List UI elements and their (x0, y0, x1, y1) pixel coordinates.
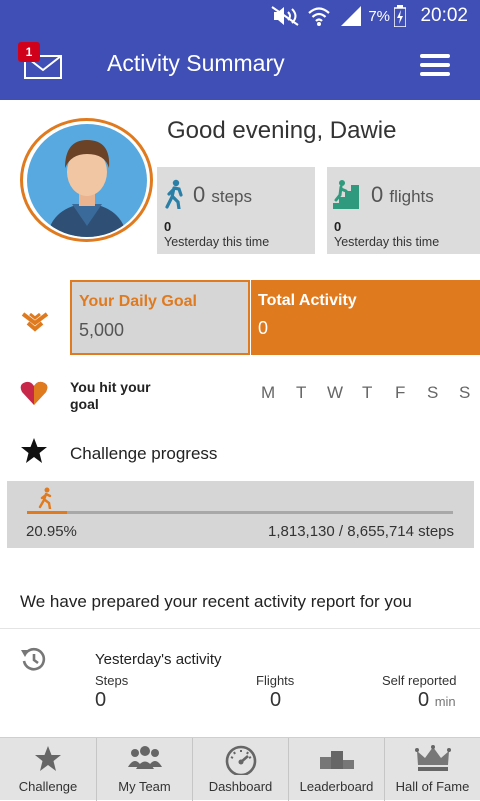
progress-percent: 20.95% (26, 523, 77, 540)
star-icon (21, 438, 47, 463)
flights-yesterday-label: Yesterday this time (334, 235, 440, 249)
goal-check-icon (21, 312, 49, 332)
yesterday-steps-label: Steps (95, 673, 129, 688)
weekday-label: M (261, 383, 276, 402)
avatar[interactable] (27, 124, 147, 237)
nav-my-team[interactable]: My Team (97, 738, 193, 801)
clock: 20:02 (420, 5, 468, 26)
steps-value: 0 steps (193, 182, 253, 207)
nav-label: Hall of Fame (395, 779, 470, 794)
daily-goal-value: 5,000 (79, 320, 125, 340)
flights-value: 0 flights (371, 182, 434, 207)
wifi-icon (308, 7, 330, 26)
team-icon (127, 746, 162, 769)
nav-label: Leaderboard (299, 779, 374, 794)
nav-dashboard[interactable]: Dashboard (193, 738, 289, 801)
yesterday-steps-value: 0 (95, 689, 107, 711)
stairs-person-icon (333, 180, 359, 209)
walking-person-icon (38, 487, 52, 509)
weekday-label: W (327, 383, 344, 402)
divider (0, 628, 480, 629)
bottom-navigation: Challenge My Team Dashboard Leaderboard … (0, 737, 480, 801)
weekday-label: S (427, 383, 439, 402)
weekday-label: F (395, 383, 406, 402)
hit-goal-label: You hit your goal (70, 379, 151, 412)
weekday-label: T (362, 383, 373, 402)
yesterday-self-reported-label: Self reported (382, 673, 457, 688)
report-message[interactable]: We have prepared your recent activity re… (20, 592, 412, 612)
progress-fill (27, 511, 68, 514)
yesterday-flights-value: 0 (270, 689, 282, 711)
progress-track (27, 511, 453, 514)
steps-card[interactable]: 0 steps 0 Yesterday this time (157, 167, 315, 254)
person-avatar-icon (47, 140, 127, 237)
flights-card[interactable]: 0 flights 0 Yesterday this time (327, 167, 480, 254)
yesterday-flights-label: Flights (256, 673, 295, 688)
nav-leaderboard[interactable]: Leaderboard (289, 738, 385, 801)
total-activity-label: Total Activity (258, 292, 357, 309)
yesterday-self-reported-value: 0 min (418, 689, 456, 711)
speedometer-icon (225, 745, 256, 775)
heart-icon (20, 381, 48, 405)
menu-icon-bar (420, 54, 450, 58)
weekday-label: T (296, 383, 307, 402)
battery-percent: 7% (368, 8, 390, 25)
total-activity-value: 0 (258, 318, 269, 338)
podium-icon (319, 751, 354, 769)
nav-label: My Team (118, 779, 171, 794)
menu-icon-bar (420, 72, 450, 76)
star-icon (35, 746, 61, 771)
challenge-progress-title: Challenge progress (70, 444, 218, 463)
progress-steps: 1,813,130 / 8,655,714 steps (268, 523, 454, 540)
nav-hall-of-fame[interactable]: Hall of Fame (385, 738, 480, 801)
nav-label: Challenge (18, 779, 78, 794)
crown-icon (414, 745, 451, 771)
app-bar: 1 Activity Summary (0, 32, 480, 100)
nav-challenge[interactable]: Challenge (0, 738, 97, 801)
daily-goal-card[interactable]: Your Daily Goal 5,000 (70, 280, 250, 355)
steps-yesterday-label: Yesterday this time (164, 235, 270, 249)
daily-goal-label: Your Daily Goal (79, 293, 197, 310)
total-activity-card[interactable]: Total Activity 0 (251, 280, 480, 355)
mute-icon (271, 6, 299, 26)
hamburger-menu-button[interactable] (420, 54, 450, 76)
steps-yesterday-value: 0 (164, 219, 172, 234)
walking-person-icon (165, 179, 183, 209)
notification-badge: 1 (18, 42, 40, 62)
weekday-label: S (459, 383, 471, 402)
page-title: Activity Summary (107, 50, 285, 76)
yesterday-activity-title: Yesterday's activity (95, 651, 222, 668)
greeting-text: Good evening, Dawie (167, 117, 397, 144)
nav-label: Dashboard (208, 779, 273, 794)
history-icon (21, 647, 46, 671)
menu-icon-bar (420, 63, 450, 67)
challenge-progress-panel[interactable]: 20.95% 1,813,130 / 8,655,714 steps (7, 481, 474, 548)
status-bar: 7% 20:02 (0, 0, 480, 32)
signal-icon (341, 6, 361, 26)
battery-charging-icon (394, 5, 406, 27)
flights-yesterday-value: 0 (334, 219, 342, 234)
